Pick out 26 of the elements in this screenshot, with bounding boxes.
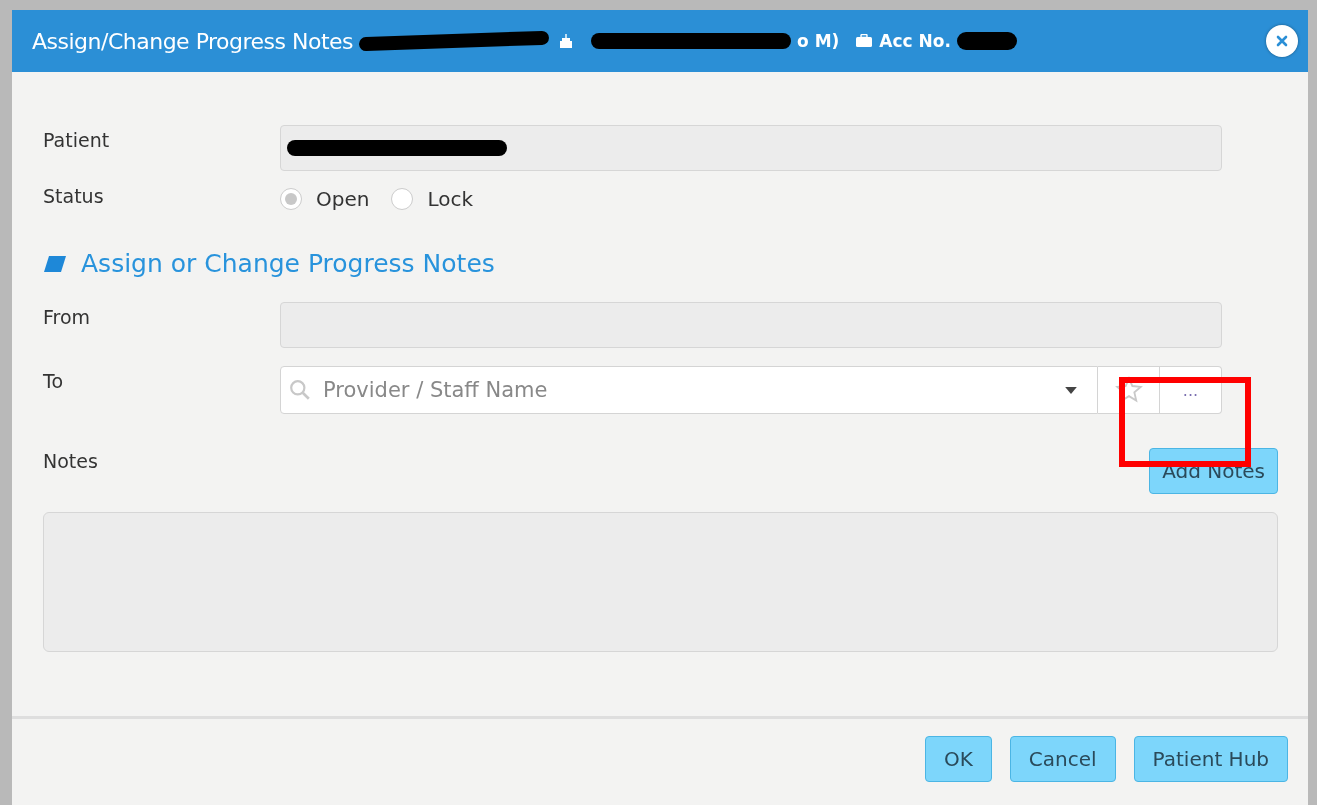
patient-field[interactable] xyxy=(280,125,1222,171)
window-title: Assign/Change Progress Notes xyxy=(32,28,354,54)
redaction-mark xyxy=(956,32,1017,50)
status-radio[interactable]: Open xyxy=(280,187,370,211)
cake-icon xyxy=(559,33,574,49)
provider-combo[interactable]: Provider / Staff Name xyxy=(280,366,1098,414)
from-field[interactable] xyxy=(280,302,1222,348)
field-label: Patient xyxy=(43,128,111,151)
field-label: From xyxy=(43,305,92,328)
footer-button[interactable]: Patient Hub xyxy=(1133,736,1288,782)
field-label: To xyxy=(43,369,64,392)
search-icon xyxy=(289,379,311,401)
section-icon xyxy=(43,254,67,273)
status-radio[interactable]: Lock xyxy=(391,187,474,211)
account-label: Acc No. xyxy=(879,31,951,51)
caret-icon xyxy=(1065,386,1077,394)
footer-button[interactable]: Cancel xyxy=(1009,736,1116,782)
footer-button[interactable]: OK xyxy=(924,736,992,782)
close-icon xyxy=(1276,35,1288,47)
section-heading: Assign or Change Progress Notes xyxy=(81,249,495,278)
field-label: Status xyxy=(43,184,105,207)
title-fragment: o M) xyxy=(797,31,840,51)
provider-input[interactable]: Provider / Staff Name xyxy=(321,377,1055,403)
field-label: Notes xyxy=(43,449,99,472)
briefcase-icon xyxy=(855,34,874,48)
close-button[interactable] xyxy=(1266,25,1298,57)
